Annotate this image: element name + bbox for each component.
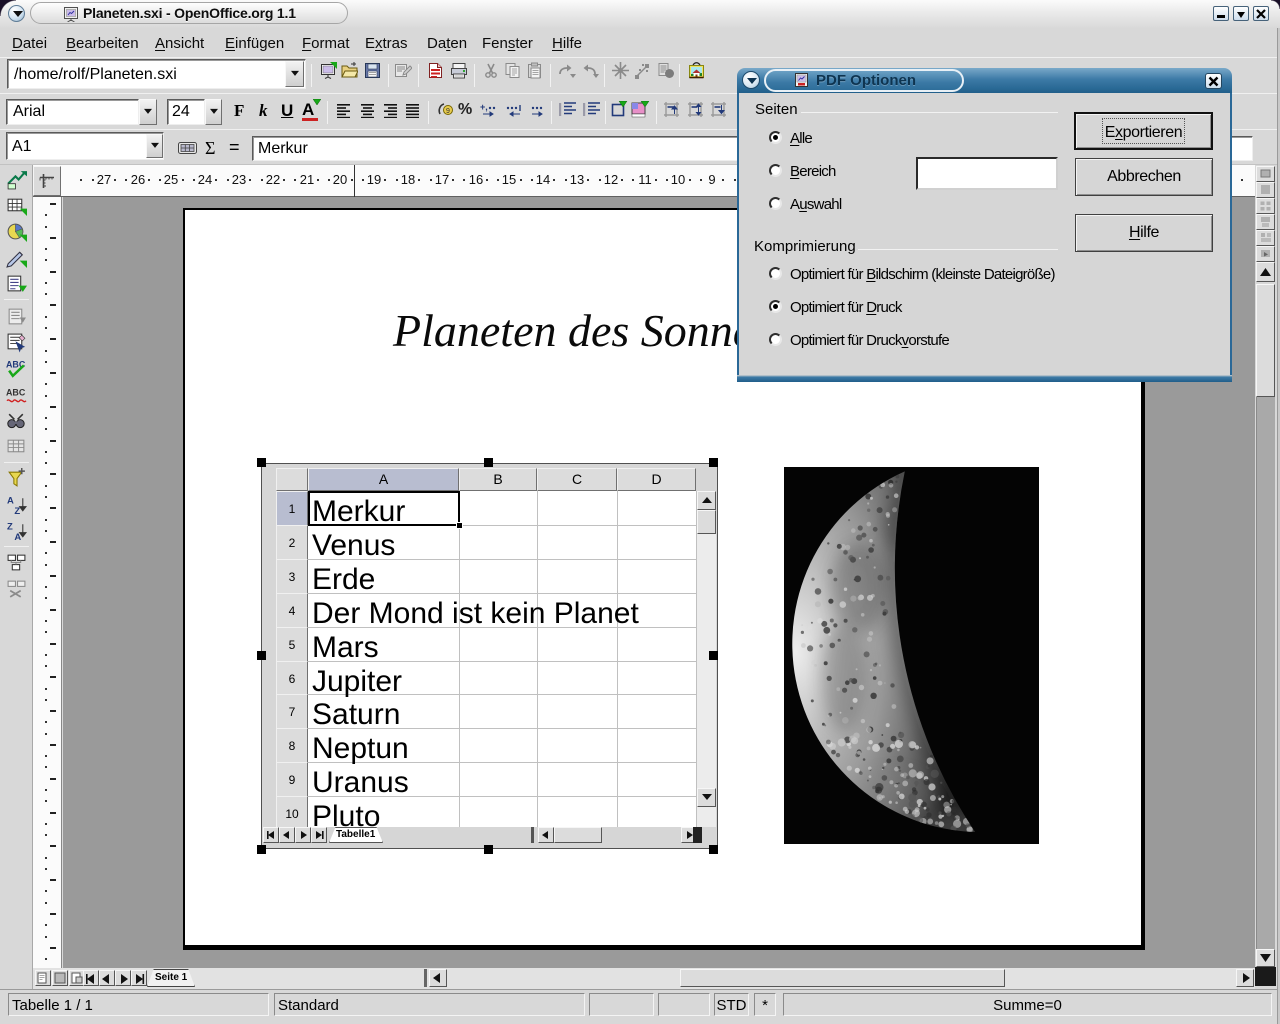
svg-text:9: 9 bbox=[446, 108, 450, 115]
svg-text:+,: +, bbox=[480, 102, 488, 112]
svg-text:A: A bbox=[7, 495, 14, 506]
svg-text:ABC: ABC bbox=[6, 388, 26, 398]
svg-text:Z: Z bbox=[14, 506, 20, 515]
svg-text:Z: Z bbox=[7, 521, 13, 532]
